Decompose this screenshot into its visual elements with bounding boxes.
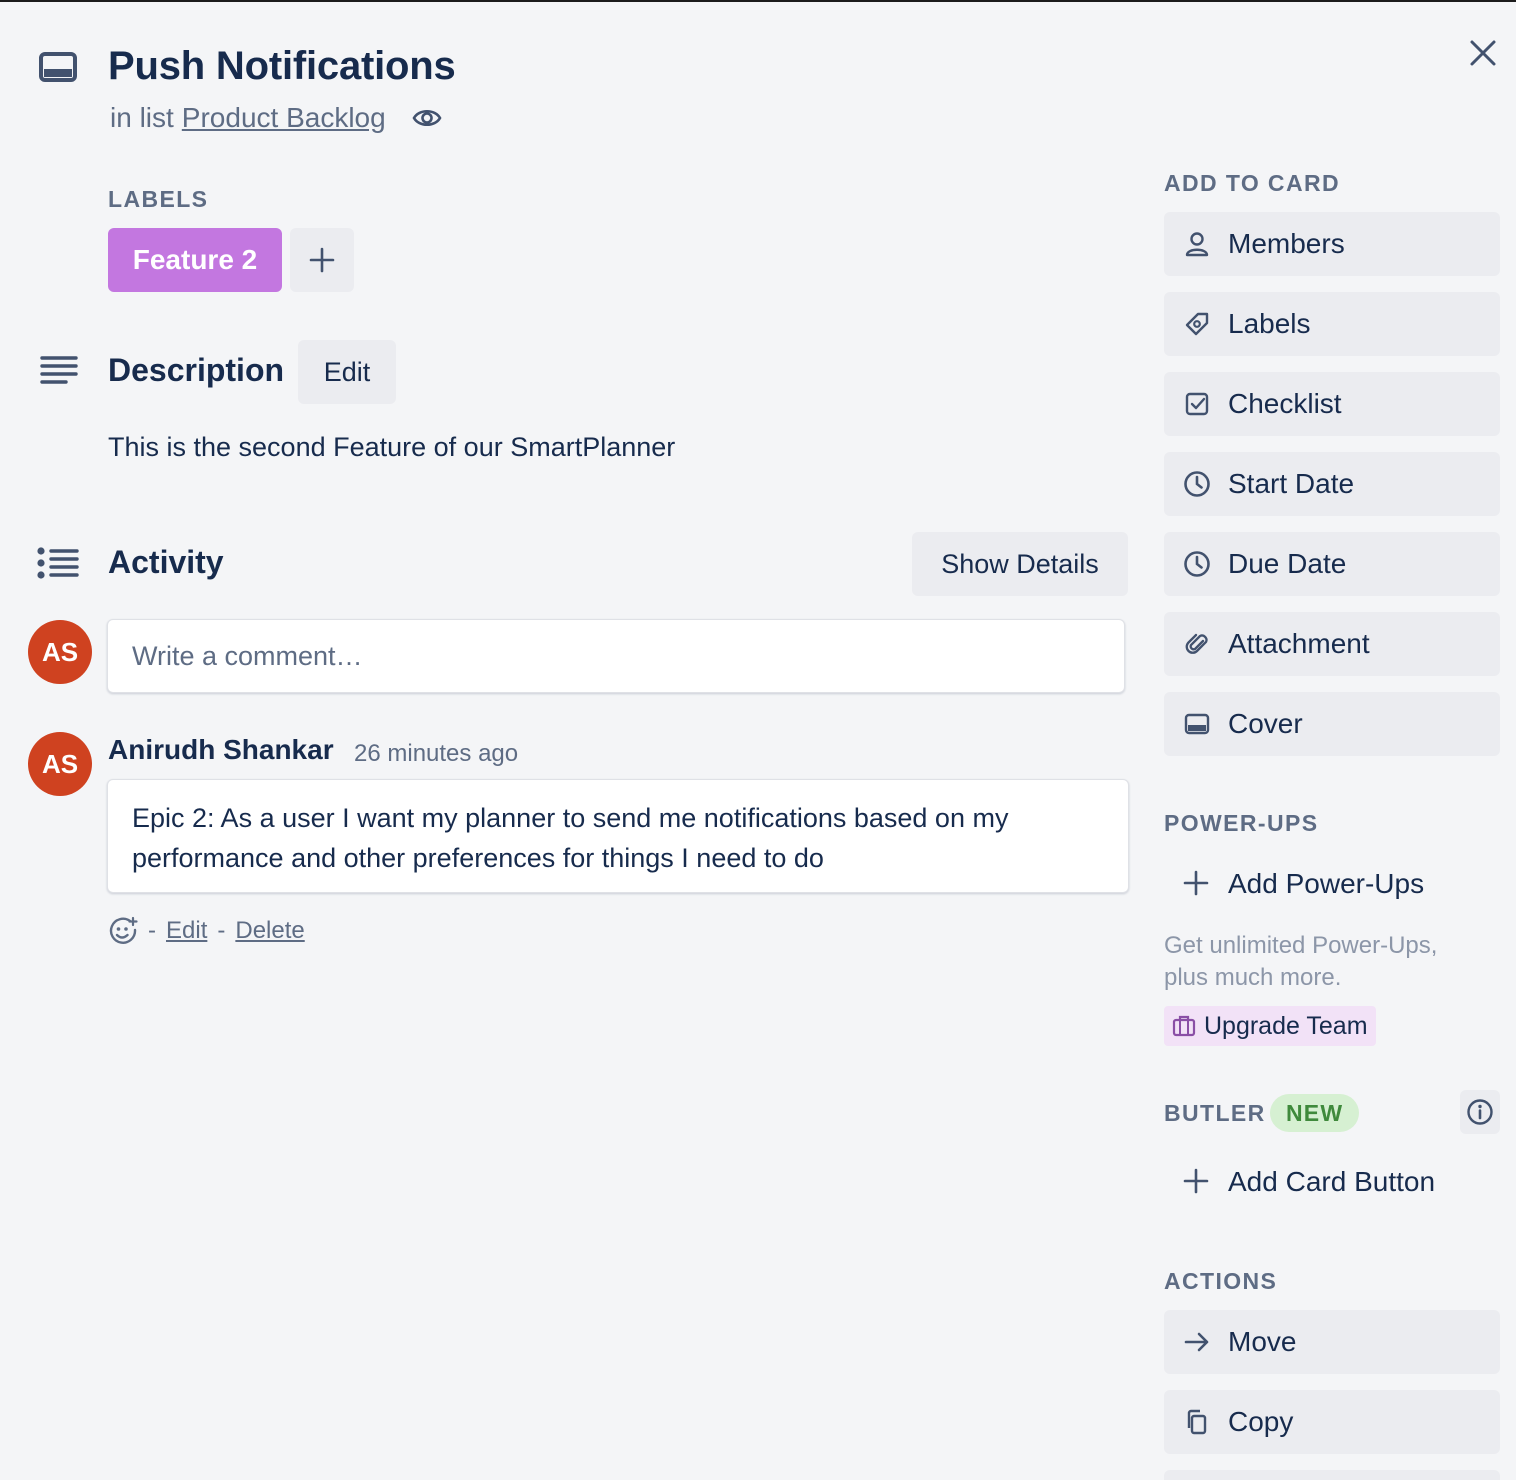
comment-text: Epic 2: As a user I want my planner to s… (107, 779, 1129, 893)
labels-button[interactable]: Labels (1164, 292, 1500, 356)
comment-input[interactable] (107, 619, 1125, 693)
add-card-button-button[interactable]: Add Card Button (1164, 1150, 1500, 1214)
cover-button[interactable]: Cover (1164, 692, 1500, 756)
in-list-prefix: in list (110, 102, 174, 133)
plus-icon (1182, 869, 1212, 899)
comment-author[interactable]: Anirudh Shankar (108, 734, 334, 766)
activity-icon (36, 546, 80, 580)
eye-icon[interactable] (412, 103, 442, 133)
due-date-label: Due Date (1228, 548, 1347, 579)
new-badge: NEW (1270, 1094, 1360, 1132)
butler-info-button[interactable] (1460, 1090, 1500, 1134)
clock-icon (1182, 549, 1212, 579)
add-label-button[interactable] (290, 228, 354, 292)
actions-heading: ACTIONS (1164, 1268, 1278, 1294)
show-details-button[interactable]: Show Details (912, 532, 1128, 596)
activity-title: Activity (108, 544, 224, 580)
separator: - (217, 917, 226, 944)
members-label: Members (1228, 228, 1345, 259)
butler-heading: BUTLER (1164, 1100, 1266, 1126)
due-date-button[interactable]: Due Date (1164, 532, 1500, 596)
add-power-ups-label: Add Power-Ups (1228, 868, 1425, 899)
plus-icon (309, 247, 335, 273)
comment-author-avatar[interactable]: AS (28, 732, 92, 796)
list-info: in list Product Backlog (110, 102, 442, 134)
person-icon (1182, 229, 1212, 259)
description-title: Description (108, 352, 285, 388)
comment-edit-link[interactable]: Edit (166, 917, 207, 945)
description-text[interactable]: This is the second Feature of our SmartP… (108, 432, 675, 463)
close-button[interactable] (1462, 32, 1504, 74)
attachment-button[interactable]: Attachment (1164, 612, 1500, 676)
close-icon (1470, 40, 1496, 66)
card-cover-icon (1182, 709, 1212, 739)
start-date-button[interactable]: Start Date (1164, 452, 1500, 516)
labels-heading: LABELS (108, 186, 209, 212)
description-edit-button[interactable]: Edit (298, 340, 396, 404)
cover-label: Cover (1228, 708, 1303, 739)
comment-delete-link[interactable]: Delete (235, 917, 304, 945)
members-button[interactable]: Members (1164, 212, 1500, 276)
power-ups-heading: POWER-UPS (1164, 810, 1319, 836)
clock-icon (1182, 469, 1212, 499)
label-chip[interactable]: Feature 2 (108, 228, 282, 292)
card-icon (38, 50, 80, 86)
comment-actions: - Edit - Delete (108, 916, 305, 946)
upgrade-team-label: Upgrade Team (1204, 1011, 1368, 1040)
comment-time[interactable]: 26 minutes ago (354, 740, 518, 768)
arrow-right-icon (1182, 1327, 1212, 1357)
info-icon (1467, 1099, 1493, 1125)
checkbox-icon (1182, 389, 1212, 419)
paperclip-icon (1182, 629, 1212, 659)
copy-button[interactable]: Copy (1164, 1390, 1500, 1454)
copy-label: Copy (1228, 1406, 1294, 1437)
start-date-label: Start Date (1228, 468, 1355, 499)
labels-label: Labels (1228, 308, 1311, 339)
checklist-button[interactable]: Checklist (1164, 372, 1500, 436)
list-link[interactable]: Product Backlog (182, 102, 386, 134)
avatar[interactable]: AS (28, 620, 92, 684)
move-button[interactable]: Move (1164, 1310, 1500, 1374)
checklist-label: Checklist (1228, 388, 1342, 419)
upgrade-team-button[interactable]: Upgrade Team (1164, 1006, 1376, 1046)
add-card-button-label: Add Card Button (1228, 1166, 1436, 1197)
move-label: Move (1228, 1326, 1297, 1357)
add-to-card-heading: ADD TO CARD (1164, 170, 1340, 196)
plus-icon (1182, 1167, 1212, 1197)
add-reaction-icon[interactable] (108, 916, 138, 946)
add-power-ups-button[interactable]: Add Power-Ups (1164, 852, 1500, 916)
briefcase-icon (1172, 1014, 1196, 1038)
separator: - (148, 917, 156, 944)
next-action-button[interactable] (1164, 1470, 1500, 1480)
description-icon (38, 354, 80, 388)
power-ups-upsell-text: Get unlimited Power-Ups, plus much more. (1164, 932, 1438, 991)
card-title[interactable]: Push Notifications (108, 44, 456, 89)
attachment-label: Attachment (1228, 628, 1370, 659)
copy-icon (1182, 1407, 1212, 1437)
tag-icon (1182, 309, 1212, 339)
